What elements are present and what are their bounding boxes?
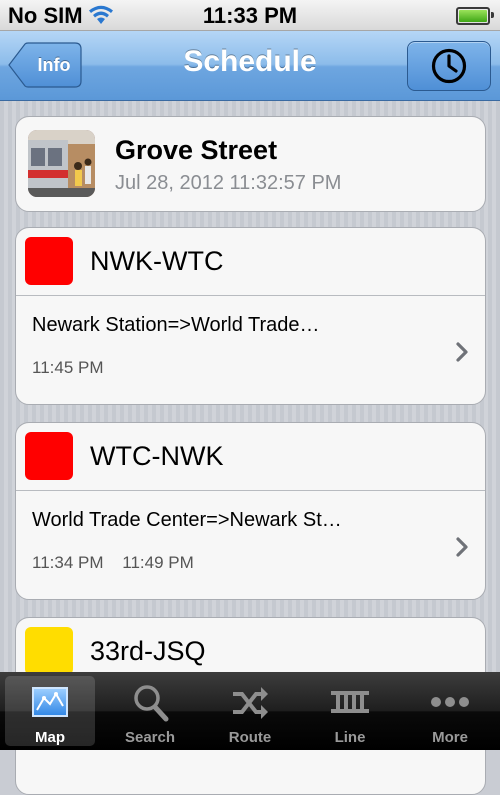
tab-label: Route <box>228 729 272 746</box>
route-color-swatch <box>25 432 73 480</box>
chevron-right-icon <box>456 537 468 557</box>
station-datetime: Jul 28, 2012 11:32:57 PM <box>115 172 342 194</box>
route-name: WTC-NWK <box>90 441 224 471</box>
tab-line[interactable]: Line <box>300 672 400 750</box>
time-picker-button[interactable] <box>407 41 491 91</box>
tab-label: Map <box>35 729 65 746</box>
tab-search[interactable]: Search <box>100 672 200 750</box>
search-icon <box>134 685 169 722</box>
route-times: 11:45 PM <box>32 358 118 378</box>
tab-map[interactable]: Map <box>0 672 100 750</box>
station-name: Grove Street <box>115 135 278 165</box>
station-thumbnail <box>28 130 95 197</box>
route-destination: Newark Station=>World Trade… <box>32 314 320 336</box>
more-icon <box>431 697 469 707</box>
station-card: Grove Street Jul 28, 2012 11:32:57 PM <box>15 116 486 212</box>
departure-time: 11:49 PM <box>122 553 194 572</box>
status-time: 11:33 PM <box>202 3 298 28</box>
departure-time: 11:45 PM <box>32 358 104 377</box>
route-destination: World Trade Center=>Newark St… <box>32 509 342 531</box>
route-card-nwk-wtc[interactable]: NWK-WTC Newark Station=>World Trade… 11:… <box>15 227 486 405</box>
departure-time: 11:34 PM <box>32 553 104 572</box>
chevron-right-icon <box>456 342 468 362</box>
tab-more[interactable]: More <box>400 672 500 750</box>
route-header: NWK-WTC <box>16 228 485 296</box>
shuffle-icon <box>233 687 268 719</box>
tab-label: Search <box>124 729 176 746</box>
route-name: NWK-WTC <box>90 246 224 276</box>
battery-icon <box>456 7 494 25</box>
status-bar: No SIM 11:33 PM <box>0 0 500 31</box>
tab-bar: Map Search Route Line More <box>0 672 500 750</box>
route-times: 11:34 PM 11:49 PM <box>32 553 208 573</box>
route-color-swatch <box>25 237 73 285</box>
navigation-bar: Info Schedule <box>0 31 500 101</box>
tab-route[interactable]: Route <box>200 672 300 750</box>
route-header: WTC-NWK <box>16 423 485 491</box>
route-name: 33rd-JSQ <box>90 636 206 666</box>
clock-icon <box>431 48 467 84</box>
route-color-swatch <box>25 627 73 675</box>
tab-label: Line <box>334 729 366 746</box>
map-icon <box>32 687 68 717</box>
train-line-icon <box>331 691 369 713</box>
route-card-wtc-nwk[interactable]: WTC-NWK World Trade Center=>Newark St… 1… <box>15 422 486 600</box>
tab-label: More <box>432 729 468 746</box>
